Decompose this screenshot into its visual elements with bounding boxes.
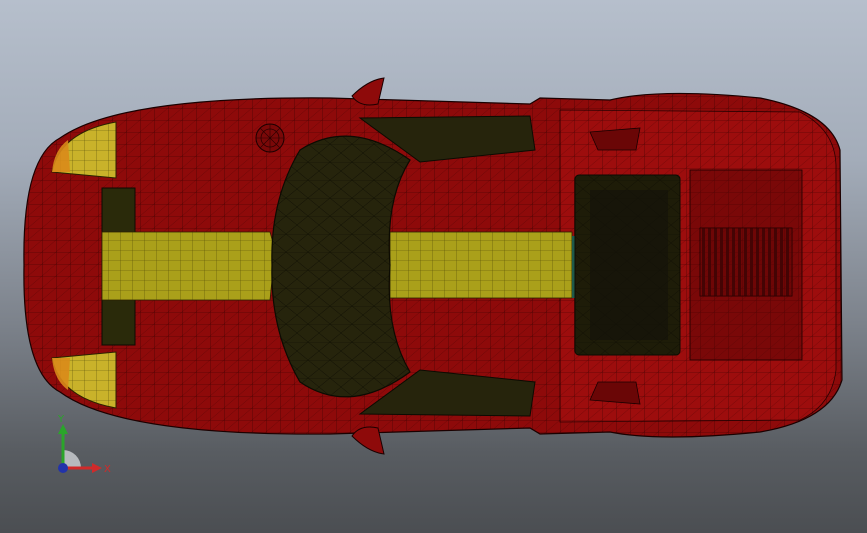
x-axis-arrow <box>92 463 102 473</box>
x-axis-label: X <box>104 464 111 475</box>
mirror-right <box>351 426 385 455</box>
origin-marker <box>58 463 68 473</box>
graphics-viewport[interactable]: Y X <box>0 0 867 533</box>
coordinate-triad: Y X <box>57 414 111 475</box>
car-model[interactable] <box>0 0 867 533</box>
y-axis-arrow <box>58 424 68 434</box>
side-scoop-right <box>589 381 641 405</box>
side-scoop-left <box>589 127 641 151</box>
y-axis-label: Y <box>57 414 65 425</box>
mirror-left <box>351 77 385 106</box>
fuel-cap <box>255 123 285 153</box>
rear-window <box>574 174 681 356</box>
